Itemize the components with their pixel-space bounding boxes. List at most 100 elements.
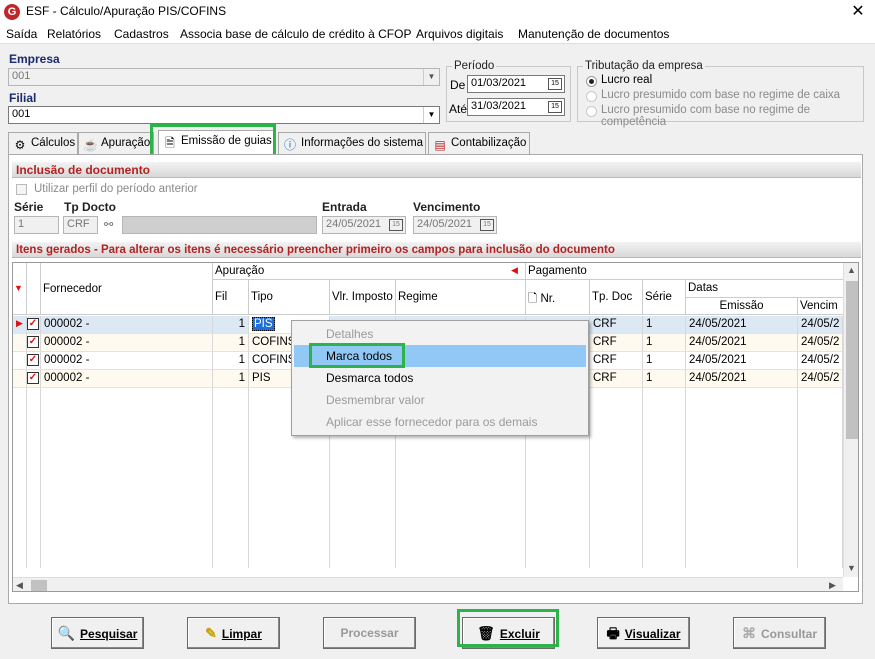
scroll-down-icon[interactable]: ▼ [847,563,856,573]
consultar-button[interactable]: ⌘ Consultar [733,617,826,649]
cell-tpdoc[interactable]: CRF [590,352,643,370]
scroll-left-icon[interactable]: ◀ [16,580,23,591]
visualizar-label: Visualizar [624,627,681,641]
cell-venc[interactable]: 24/05/2 [798,316,843,334]
col-vlr-imposto[interactable]: Vlr. Imposto [330,280,396,315]
cell-fornecedor[interactable]: 000002 - [41,352,213,370]
cell-fil[interactable]: 1 [213,334,249,352]
empty-cell [526,550,590,568]
row-checkbox[interactable]: ✓ [27,318,39,330]
processar-button[interactable]: Processar [323,617,416,649]
cell-tpdoc[interactable]: CRF [590,316,643,334]
periodo-de-label: De [450,78,466,92]
row-checkbox[interactable]: ✓ [27,372,39,384]
tab-contabilizacao[interactable]: ▤ Contabilização [428,132,530,154]
row-checkbox[interactable]: ✓ [27,354,39,366]
empty-cell [41,514,213,532]
ctx-desmembrar-valor[interactable]: Desmembrar valor [294,389,586,411]
menu-associa-base[interactable]: Associa base de cálculo de crédito à CFO… [180,27,411,41]
col-vencimento[interactable]: Vencim [798,298,847,315]
periodo-de-input[interactable]: 01/03/2021 15 [467,75,565,93]
menu-manutencao-documentos[interactable]: Manutenção de documentos [518,27,669,41]
radio-presumido-caixa[interactable] [586,91,597,102]
calendar-icon[interactable]: 15 [548,101,562,113]
row-indicator[interactable] [13,334,27,352]
menu-saida[interactable]: Saída [6,27,37,41]
cell-fil[interactable]: 1 [213,370,249,388]
radio-presumido-competencia[interactable] [586,106,597,117]
calendar-icon[interactable]: 15 [389,219,403,231]
cell-emissao[interactable]: 24/05/2021 [686,316,798,334]
sort-down-icon[interactable]: ▼ [14,283,23,293]
filial-combo[interactable]: 001 ▼ [8,106,440,124]
cell-venc[interactable]: 24/05/2 [798,370,843,388]
col-nr[interactable]: 🗋 Nr. [526,280,590,315]
empty-cell [249,514,330,532]
apuracao-icon: ☕ [83,138,98,152]
collapse-left-icon[interactable]: ◀ [511,265,518,276]
cell-serie[interactable]: 1 [643,316,686,334]
row-indicator[interactable] [13,370,27,388]
ctx-detalhes[interactable]: Detalhes [294,323,586,345]
header-indicator: ▼ [13,263,27,315]
cell-emissao[interactable]: 24/05/2021 [686,370,798,388]
calendar-icon[interactable]: 15 [548,78,562,90]
cell-tpdoc[interactable]: CRF [590,334,643,352]
col-emissao[interactable]: Emissão [686,298,798,315]
cell-emissao[interactable]: 24/05/2021 [686,352,798,370]
cell-serie[interactable]: 1 [643,370,686,388]
tab-apuracao[interactable]: ☕ Apuração [78,132,154,154]
limpar-button[interactable]: ✎ Limpar [187,617,280,649]
cell-serie[interactable]: 1 [643,334,686,352]
pesquisar-button[interactable]: 🔍 Pesquisar [51,617,144,649]
visualizar-button[interactable]: 🖶 Visualizar [597,617,690,649]
horizontal-scroll-thumb[interactable] [31,580,47,591]
col-fornecedor[interactable]: Fornecedor [41,263,213,315]
cell-fornecedor[interactable]: 000002 - [41,334,213,352]
row-indicator[interactable] [13,352,27,370]
chevron-down-icon[interactable]: ▼ [423,107,439,123]
periodo-legend: Período [454,60,495,72]
empresa-combo[interactable]: 001 ▼ [8,68,440,86]
cell-serie[interactable]: 1 [643,352,686,370]
horizontal-scrollbar[interactable]: ◀ ▶ [13,577,843,591]
tab-calculos[interactable]: ⚙ Cálculos [8,132,78,154]
entrada-input[interactable]: 24/05/2021 15 [322,216,406,234]
cell-emissao[interactable]: 24/05/2021 [686,334,798,352]
close-icon[interactable]: ✕ [846,2,870,22]
binoculars-icon[interactable]: ⚯ [104,218,113,231]
col-regime[interactable]: Regime [396,280,526,315]
vencimento-input[interactable]: 24/05/2021 15 [413,216,497,234]
periodo-ate-input[interactable]: 31/03/2021 15 [467,98,565,116]
cell-fornecedor[interactable]: 000002 - [41,316,213,334]
menu-arquivos-digitais[interactable]: Arquivos digitais [416,27,503,41]
cell-tpdoc[interactable]: CRF [590,370,643,388]
col-tp-doc[interactable]: Tp. Doc [590,280,643,315]
vertical-scroll-thumb[interactable] [846,281,858,439]
col-serie[interactable]: Série [643,280,686,315]
menu-relatorios[interactable]: Relatórios [47,27,101,41]
cell-venc[interactable]: 24/05/2 [798,334,843,352]
tab-informacoes-sistema[interactable]: ⓘ Informações do sistema [278,132,426,154]
scroll-up-icon[interactable]: ▲ [847,265,856,275]
cell-fornecedor[interactable]: 000002 - [41,370,213,388]
ctx-desmarca-todos[interactable]: Desmarca todos [294,367,586,389]
broom-icon: ✎ [205,625,217,641]
cell-fil[interactable]: 1 [213,352,249,370]
tpdocto-input[interactable]: CRF [63,216,98,234]
ctx-aplicar-fornecedor[interactable]: Aplicar esse fornecedor para os demais [294,411,586,433]
radio-lucro-real[interactable] [586,76,597,87]
row-indicator[interactable]: ▶ [13,316,27,334]
col-tipo[interactable]: Tipo [249,280,330,315]
vertical-scrollbar[interactable]: ▲ ▼ [843,263,858,577]
menu-cadastros[interactable]: Cadastros [114,27,169,41]
scroll-right-icon[interactable]: ▶ [829,580,836,591]
cell-fil[interactable]: 1 [213,316,249,334]
calendar-icon[interactable]: 15 [480,219,494,231]
col-fil[interactable]: Fil [213,280,249,315]
serie-input[interactable]: 1 [14,216,59,234]
row-checkbox[interactable]: ✓ [27,336,39,348]
chevron-down-icon[interactable]: ▼ [423,69,439,85]
perfil-checkbox[interactable] [16,184,27,195]
cell-venc[interactable]: 24/05/2 [798,352,843,370]
